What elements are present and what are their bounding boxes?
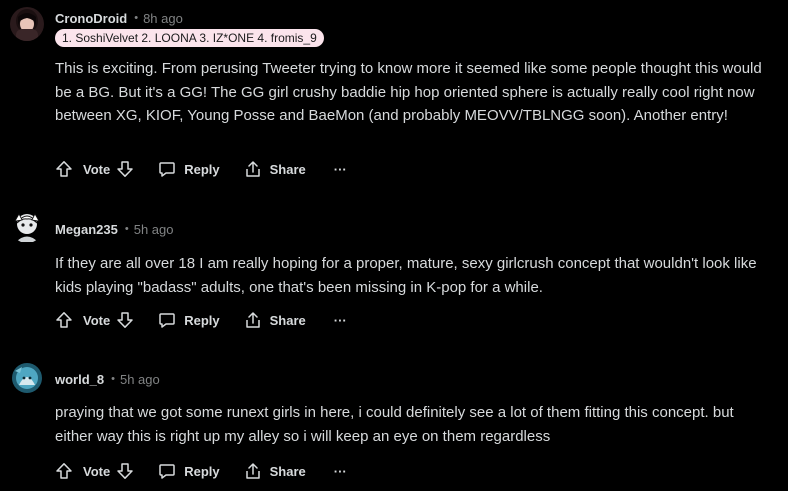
upvote-button[interactable] [55, 462, 73, 480]
comment-body: If they are all over 18 I am really hopi… [55, 255, 757, 296]
comment-meta: Megan235 • 5h ago [55, 219, 174, 239]
more-options-button[interactable]: ··· [334, 464, 347, 479]
share-label: Share [269, 463, 306, 479]
comment-body: praying that we got some runext girls in… [55, 404, 734, 445]
vote-label: Vote [83, 161, 111, 177]
downvote-button[interactable] [116, 462, 134, 480]
avatar[interactable] [10, 7, 44, 41]
comment-actions: Vote Reply Share ··· [55, 308, 347, 332]
share-label: Share [269, 312, 306, 328]
arrow-up-icon [56, 161, 72, 177]
comment-actions: Vote Reply Share ··· [55, 157, 347, 181]
comment-icon [159, 313, 175, 328]
reply-label: Reply [184, 161, 220, 177]
arrow-down-icon [117, 161, 133, 177]
reply-button[interactable]: Reply [158, 311, 220, 329]
share-button[interactable]: Share [244, 311, 306, 329]
upvote-button[interactable] [55, 311, 73, 329]
avatar[interactable] [10, 209, 44, 243]
reply-label: Reply [184, 312, 220, 328]
more-options-button[interactable]: ··· [334, 162, 347, 177]
avatar[interactable] [10, 361, 44, 395]
timestamp: 8h ago [143, 10, 183, 26]
more-options-button[interactable]: ··· [334, 313, 347, 328]
vote-label: Vote [83, 463, 111, 479]
comment-icon [159, 162, 175, 177]
comment-meta: world_8 • 5h ago [55, 369, 160, 389]
share-icon [245, 312, 260, 328]
arrow-down-icon [117, 463, 133, 479]
reply-button[interactable]: Reply [158, 160, 220, 178]
downvote-button[interactable] [116, 160, 134, 178]
reply-label: Reply [184, 463, 220, 479]
share-label: Share [269, 161, 306, 177]
downvote-button[interactable] [116, 311, 134, 329]
separator-dot: • [124, 223, 129, 235]
vote-label: Vote [83, 312, 111, 328]
share-icon [245, 161, 260, 177]
comment-actions: Vote Reply Share ··· [55, 459, 347, 483]
separator-dot: • [134, 12, 139, 24]
username[interactable]: world_8 [55, 372, 104, 387]
comment-meta: CronoDroid • 8h ago [55, 8, 183, 28]
share-button[interactable]: Share [244, 160, 306, 178]
user-flair: 1. SoshiVelvet 2. LOONA 3. IZ*ONE 4. fro… [55, 29, 324, 47]
comment-icon [159, 464, 175, 479]
share-button[interactable]: Share [244, 462, 306, 480]
arrow-up-icon [56, 463, 72, 479]
separator-dot: • [111, 373, 115, 385]
arrow-down-icon [117, 312, 133, 328]
arrow-up-icon [56, 312, 72, 328]
timestamp: 5h ago [119, 371, 160, 387]
upvote-button[interactable] [55, 160, 73, 178]
share-icon [245, 463, 260, 479]
reply-button[interactable]: Reply [158, 462, 220, 480]
username[interactable]: CronoDroid [55, 11, 127, 26]
comment-body: This is exciting. From perusing Tweeter … [55, 60, 762, 124]
username[interactable]: Megan235 [55, 222, 118, 237]
timestamp: 5h ago [133, 221, 174, 237]
